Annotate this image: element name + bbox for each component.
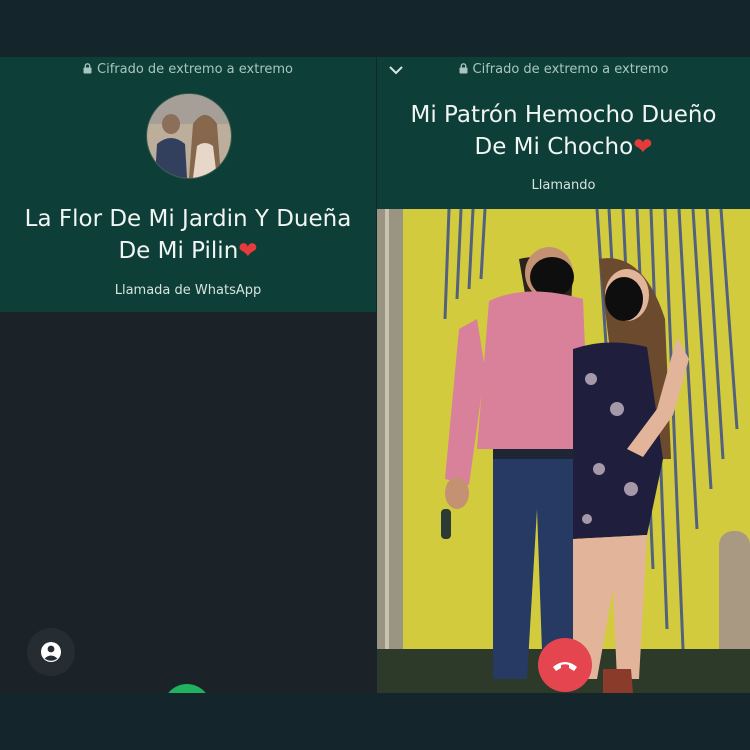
- contact-name-line1: La Flor De Mi Jardin Y Dueña: [24, 206, 352, 232]
- lock-icon: [83, 62, 92, 74]
- outgoing-call-screen: Cifrado de extremo a extremo Mi Patrón H…: [377, 57, 750, 693]
- incoming-call-screen: Cifrado de extremo a extremo La Flor De …: [0, 57, 376, 693]
- call-status: Llamando: [531, 178, 596, 193]
- encryption-notice: Cifrado de extremo a extremo: [0, 62, 376, 77]
- call-status: Llamada de WhatsApp: [114, 283, 262, 298]
- contact-avatar: [146, 93, 232, 179]
- end-call-icon: [553, 662, 577, 671]
- heart-icon: ❤: [238, 238, 258, 264]
- profile-button[interactable]: [27, 628, 75, 676]
- call-header: Cifrado de extremo a extremo Mi Patrón H…: [377, 57, 750, 209]
- accept-call-icon: [163, 684, 211, 693]
- end-call-button[interactable]: [538, 638, 592, 692]
- contact-photo: [377, 209, 750, 693]
- encryption-text: Cifrado de extremo a extremo: [472, 62, 669, 77]
- profile-icon: [41, 642, 61, 662]
- accept-call-button[interactable]: [163, 684, 211, 693]
- contact-name-line2: De Mi Pilin: [118, 238, 239, 264]
- heart-icon: ❤: [633, 134, 653, 160]
- lock-icon: [459, 62, 468, 74]
- encryption-notice: Cifrado de extremo a extremo: [377, 62, 750, 77]
- contact-name: Mi Patrón Hemocho Dueño De Mi Chocho❤: [377, 99, 750, 163]
- call-header: Cifrado de extremo a extremo La Flor De …: [0, 57, 376, 312]
- contact-name: La Flor De Mi Jardin Y Dueña De Mi Pilin…: [0, 203, 376, 267]
- contact-name-line1: Mi Patrón Hemocho Dueño: [410, 102, 717, 128]
- contact-name-line2: De Mi Chocho: [474, 134, 634, 160]
- encryption-text: Cifrado de extremo a extremo: [97, 62, 293, 77]
